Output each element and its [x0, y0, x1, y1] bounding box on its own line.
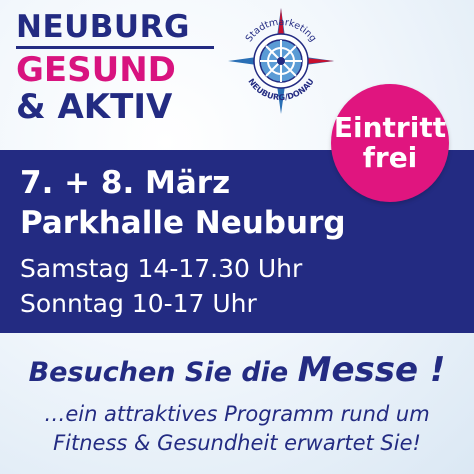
wheel-hub	[277, 57, 285, 65]
cta-emphasis: Messe	[297, 350, 419, 390]
cta-lead: Besuchen Sie die	[28, 357, 298, 388]
stadtmarketing-compass-logo: Stadtmarketing NEUBURG/DONAU	[228, 8, 334, 114]
event-date: 7. + 8. März	[20, 165, 231, 201]
free-entry-badge: Eintritt frei	[331, 84, 449, 202]
event-venue: Parkhalle Neuburg	[20, 205, 346, 241]
brand-title-line-2: GESUND	[16, 50, 176, 90]
sunday-hours: Sonntag 10-17 Uhr	[20, 289, 257, 318]
brand-title-line-1: NEUBURG	[16, 9, 190, 45]
saturday-hours: Samstag 14-17.30 Uhr	[20, 254, 303, 283]
badge-line-2: frei	[362, 141, 418, 174]
cta-end: !	[418, 350, 446, 390]
event-brand-title: NEUBURG GESUND & AKTIV	[16, 10, 214, 126]
brand-divider	[16, 46, 214, 49]
badge-line-1: Eintritt	[333, 111, 447, 144]
call-to-action: Besuchen Sie die Messe !	[0, 352, 474, 391]
tagline-line-1: …ein attraktives Programm rund um	[44, 402, 430, 426]
brand-title-line-3: & AKTIV	[16, 87, 173, 127]
tagline-line-2: Fitness & Gesundheit erwartet Sie!	[53, 431, 421, 455]
